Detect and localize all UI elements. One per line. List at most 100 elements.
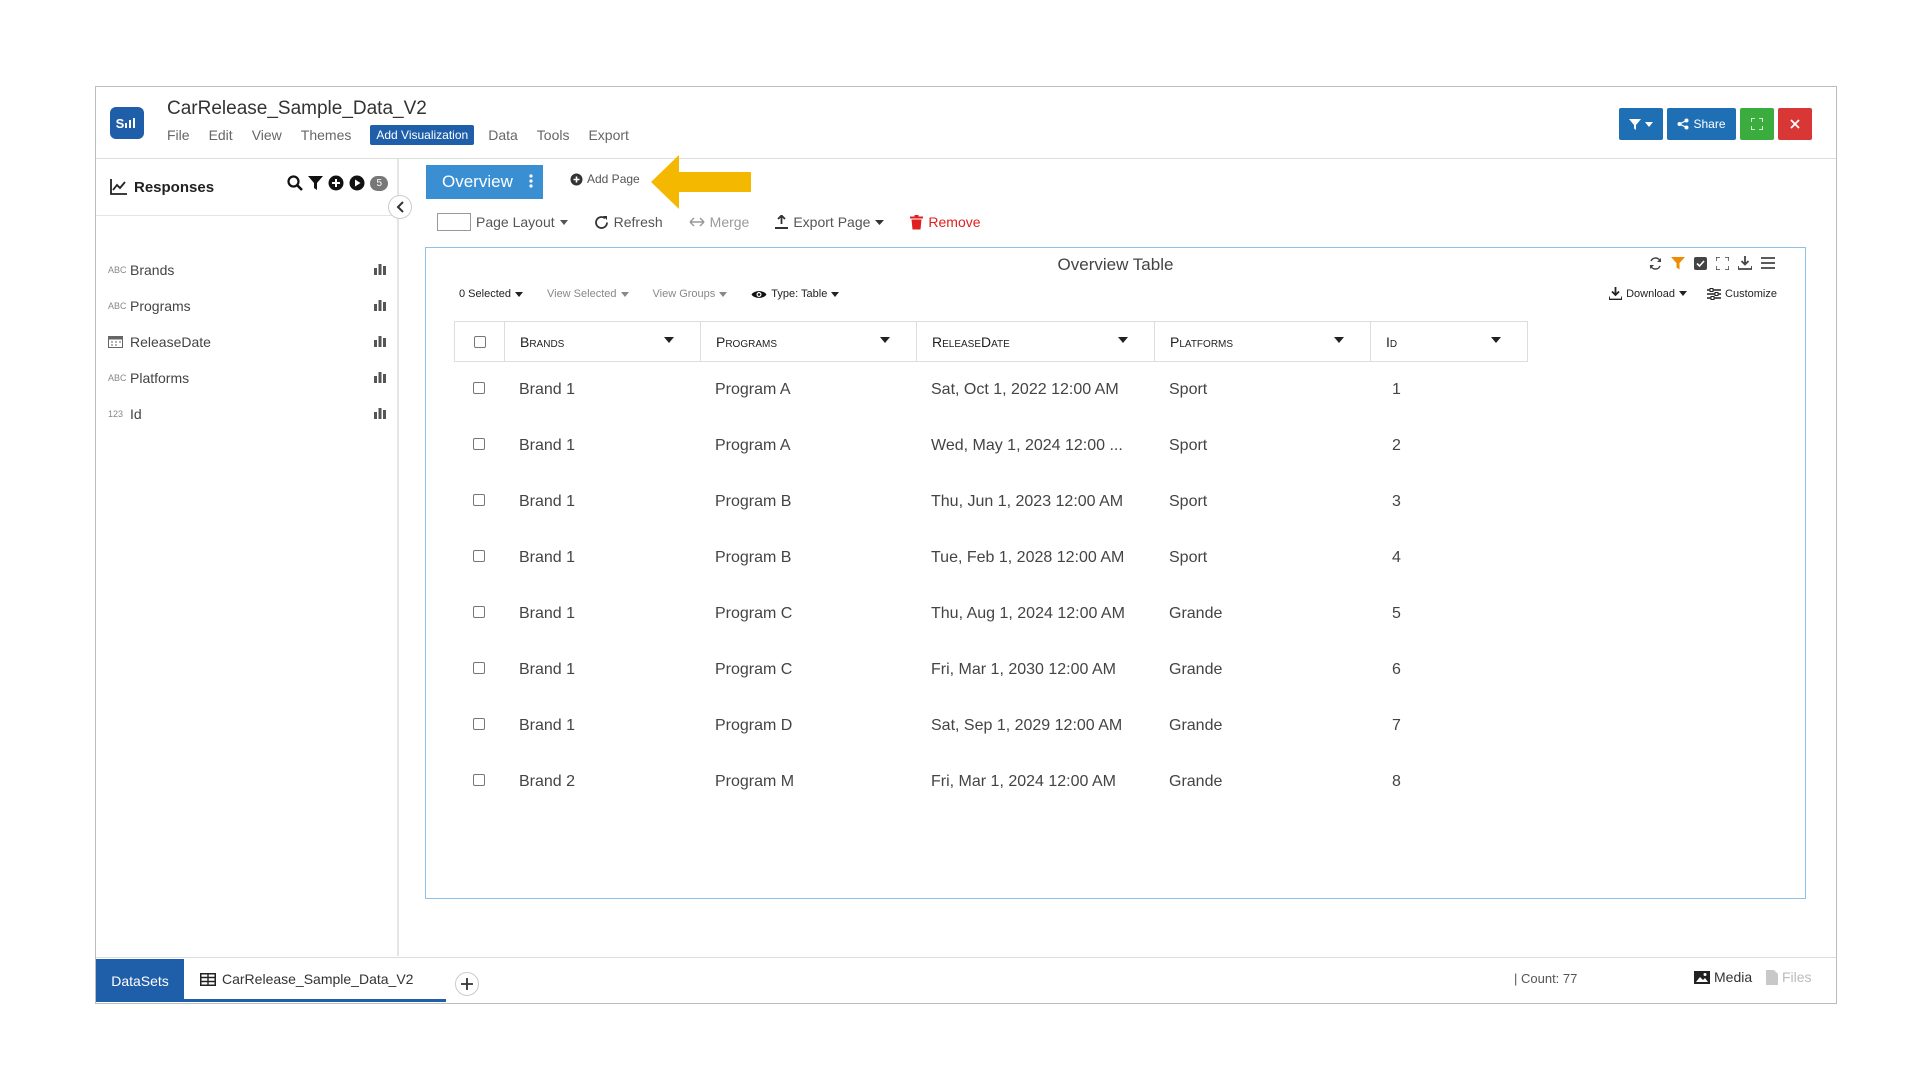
datasets-tab[interactable]: DataSets [96, 959, 184, 1002]
cell-id: 7 [1392, 717, 1401, 734]
remove-label: Remove [928, 214, 981, 230]
filter-icon [1629, 118, 1641, 130]
view-selected-dropdown[interactable]: View Selected [547, 288, 629, 300]
sidebar-item-platforms[interactable]: ABC Platforms [108, 365, 386, 391]
caret-down-icon [514, 291, 523, 297]
merge-button[interactable]: Merge [689, 214, 749, 230]
cell-platform: Grande [1169, 605, 1223, 622]
bar-chart-icon[interactable] [374, 407, 386, 419]
bar-chart-icon[interactable] [374, 335, 386, 347]
sync-icon[interactable] [1649, 256, 1662, 270]
play-circle-icon[interactable] [349, 175, 365, 191]
column-header-label: ReleaseDate [932, 333, 1010, 350]
menu-data[interactable]: Data [488, 127, 518, 143]
add-dataset-button[interactable] [455, 972, 479, 996]
expand-icon[interactable] [1716, 256, 1729, 270]
files-button[interactable]: Files [1766, 969, 1812, 985]
row-checkbox[interactable] [473, 774, 485, 786]
page-layout-label: Page Layout [476, 214, 555, 230]
kebab-menu-icon[interactable] [529, 173, 533, 189]
view-groups-dropdown[interactable]: View Groups [653, 288, 728, 300]
type-label: Type: Table [771, 288, 828, 300]
bar-chart-icon[interactable] [374, 299, 386, 311]
filter-dropdown-button[interactable] [1619, 108, 1663, 140]
row-checkbox[interactable] [473, 438, 485, 450]
row-select-cell [454, 605, 504, 623]
collapse-sidebar-button[interactable] [388, 195, 412, 219]
tab-overview[interactable]: Overview [426, 165, 543, 199]
bar-chart-icon[interactable] [374, 371, 386, 383]
column-header-id[interactable]: Id [1370, 321, 1528, 362]
refresh-button[interactable]: Refresh [594, 214, 663, 230]
column-header-platforms[interactable]: Platforms [1154, 321, 1370, 362]
fullscreen-button[interactable] [1740, 108, 1774, 140]
filter-icon[interactable] [308, 175, 324, 191]
menu-tools[interactable]: Tools [537, 127, 570, 143]
table-row[interactable]: Brand 1 Program C Fri, Mar 1, 2030 12:00 A… [454, 642, 1528, 698]
app-title: CarRelease_Sample_Data_V2 [167, 98, 427, 119]
download-icon[interactable] [1738, 256, 1752, 270]
customize-button[interactable]: Customize [1707, 287, 1777, 300]
download-dropdown[interactable]: Download [1609, 287, 1688, 300]
table-row[interactable]: Brand 1 Program A Wed, May 1, 2024 12:00 .… [454, 418, 1528, 474]
cell-brand: Brand 1 [519, 661, 576, 678]
share-button[interactable]: Share [1667, 108, 1736, 140]
remove-button[interactable]: Remove [910, 214, 981, 230]
menu-edit[interactable]: Edit [209, 127, 233, 143]
menu-export[interactable]: Export [588, 127, 628, 143]
select-all-checkbox[interactable] [473, 335, 486, 348]
add-page-button[interactable]: Add Page [570, 172, 640, 186]
checkbox-checked-icon[interactable] [1694, 256, 1707, 270]
row-checkbox[interactable] [473, 382, 485, 394]
row-checkbox[interactable] [473, 606, 485, 618]
close-button[interactable] [1778, 108, 1812, 140]
sidebar-item-programs[interactable]: ABC Programs [108, 293, 386, 319]
menu-view[interactable]: View [252, 127, 282, 143]
cell-program: Program B [715, 493, 792, 510]
export-icon [775, 215, 789, 229]
type-tag: ABC [108, 373, 127, 383]
table-row[interactable]: Brand 1 Program B Thu, Jun 1, 2023 12:00 A… [454, 474, 1528, 530]
row-checkbox[interactable] [473, 662, 485, 674]
caret-down-icon[interactable] [1118, 337, 1128, 343]
type-dropdown[interactable]: Type: Table [751, 288, 840, 300]
menu-file[interactable]: File [167, 127, 190, 143]
caret-down-icon[interactable] [1491, 337, 1501, 343]
responses-sidebar: Responses 5 ABC Brands ABC Programs Rele… [96, 159, 399, 956]
media-button[interactable]: Media [1694, 969, 1752, 985]
add-circle-icon[interactable] [328, 175, 344, 191]
export-page-dropdown[interactable]: Export Page [775, 214, 885, 230]
cell-platform: Sport [1169, 437, 1208, 454]
column-header-releasedate[interactable]: ReleaseDate [916, 321, 1154, 362]
hamburger-menu-icon[interactable] [1761, 257, 1775, 269]
sidebar-item-releasedate[interactable]: ReleaseDate [108, 329, 386, 355]
sidebar-actions: 5 [287, 175, 388, 191]
row-checkbox[interactable] [473, 718, 485, 730]
table-row[interactable]: Brand 1 Program D Sat, Sep 1, 2029 12:00 A… [454, 698, 1528, 754]
caret-down-icon[interactable] [880, 337, 890, 343]
search-icon[interactable] [287, 175, 304, 191]
column-header-programs[interactable]: Programs [700, 321, 916, 362]
selected-dropdown[interactable]: 0 Selected [459, 288, 523, 300]
cell-program: Program B [715, 549, 792, 566]
menu-themes[interactable]: Themes [301, 127, 352, 143]
table-row[interactable]: Brand 1 Program C Thu, Aug 1, 2024 12:00 A… [454, 586, 1528, 642]
row-checkbox[interactable] [473, 550, 485, 562]
cell-id: 2 [1392, 437, 1401, 454]
table-row[interactable]: Brand 1 Program B Tue, Feb 1, 2028 12:00 A… [454, 530, 1528, 586]
filter-icon[interactable] [1671, 256, 1685, 270]
column-header-brands[interactable]: Brands [504, 321, 700, 362]
caret-down-icon[interactable] [664, 337, 674, 343]
table-row[interactable]: Brand 1 Program A Sat, Oct 1, 2022 12:00 A… [454, 362, 1528, 418]
dataset-file-tab[interactable]: CarRelease_Sample_Data_V2 [184, 959, 446, 1002]
type-tag: ABC [108, 301, 127, 311]
table-row[interactable]: Brand 2 Program M Fri, Mar 1, 2024 12:00 A… [454, 754, 1528, 810]
type-tag: ABC [108, 265, 127, 275]
sidebar-item-brands[interactable]: ABC Brands [108, 257, 386, 283]
caret-down-icon[interactable] [1334, 337, 1344, 343]
page-layout-dropdown[interactable]: Page Layout [437, 213, 568, 231]
menu-add-visualization[interactable]: Add Visualization [370, 125, 475, 145]
row-checkbox[interactable] [473, 494, 485, 506]
sidebar-item-id[interactable]: 123 Id [108, 401, 386, 427]
bar-chart-icon[interactable] [374, 263, 386, 275]
